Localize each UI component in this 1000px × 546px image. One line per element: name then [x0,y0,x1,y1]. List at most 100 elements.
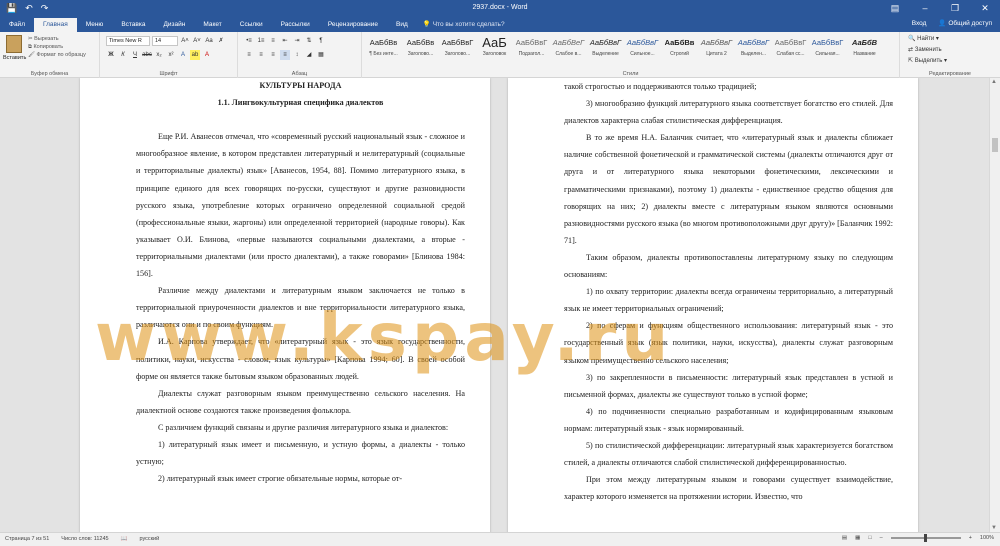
tab-review[interactable]: Рецензирование [319,18,387,32]
tab-mailings[interactable]: Рассылки [272,18,319,32]
shading-icon[interactable]: ◢ [304,50,314,60]
tab-insert[interactable]: Вставка [112,18,154,32]
word-count[interactable]: Число слов: 11245 [61,536,108,542]
case-icon[interactable]: Aa [204,36,214,46]
style-item[interactable]: АаБбВвГ Подзагол... [513,35,550,65]
sign-in-link[interactable]: Вход [912,17,927,31]
ribbon-options-icon[interactable]: ▤ [880,0,910,17]
scroll-thumb[interactable] [992,138,998,152]
align-center-icon[interactable]: ≡ [256,50,266,60]
close-icon[interactable]: ✕ [970,0,1000,17]
redo-icon[interactable]: ↷ [41,3,49,14]
bullets-icon[interactable]: •≡ [244,36,254,46]
find-button[interactable]: 🔍 Найти ▾ [908,34,947,45]
tab-layout[interactable]: Макет [194,18,230,32]
clear-format-icon[interactable]: ✗ [216,36,226,46]
align-left-icon[interactable]: ≡ [244,50,254,60]
increase-indent-icon[interactable]: ⇥ [292,36,302,46]
tab-home[interactable]: Главная [33,18,77,32]
strikethrough-icon[interactable]: abc [142,50,152,60]
paragraph: 2) литературный язык имеет строгие обяза… [158,474,403,484]
share-button[interactable]: 👤 Общий доступ [938,17,992,31]
zoom-in-icon[interactable]: + [969,535,972,541]
document-area[interactable]: КУЛЬТУРЫ НАРОДА 1.1. Лингвокультурная сп… [0,78,989,532]
numbering-icon[interactable]: 1≡ [256,36,266,46]
justify-icon[interactable]: ≡ [280,50,290,60]
style-item[interactable]: АаБбВ Название [846,35,883,65]
style-item[interactable]: АаБбВв ¶ Без инте... [365,35,402,65]
page-right-text[interactable]: такой строгостью и поддерживаются только… [564,78,893,505]
tab-references[interactable]: Ссылки [231,18,272,32]
replace-button[interactable]: ⇄ Заменить [908,45,947,56]
style-item[interactable]: АаБбВвГ Сильная... [809,35,846,65]
vertical-scrollbar[interactable]: ▲ ▼ [989,78,1000,532]
superscript-icon[interactable]: x² [166,50,176,60]
tell-me-search[interactable]: 💡 Что вы хотите сделать? [423,18,505,32]
tab-file[interactable]: Файл [0,18,34,32]
read-mode-icon[interactable]: ▤ [842,535,847,541]
select-button[interactable]: ⇱ Выделить ▾ [908,56,947,67]
font-name-select[interactable]: Times New R [106,36,150,46]
web-layout-icon[interactable]: □ [868,535,871,541]
style-name: Выделен... [740,51,767,57]
styles-gallery: АаБбВв ¶ Без инте... АаБбВв Заголово... Аа… [365,35,883,65]
style-item[interactable]: АаБбВвГ Заголово... [439,35,476,65]
style-item[interactable]: АаБбВв Заголово... [402,35,439,65]
paragraph: 2) по сферам и функциям общественного ис… [564,321,893,365]
scroll-down-icon[interactable]: ▼ [991,525,997,531]
subscript-icon[interactable]: x₂ [154,50,164,60]
style-name: Цитата 2 [706,51,727,57]
grow-font-icon[interactable]: A˄ [180,36,190,46]
page-left-text[interactable]: КУЛЬТУРЫ НАРОДА 1.1. Лингвокультурная сп… [136,78,465,487]
tab-menu[interactable]: Меню [77,18,113,32]
style-item[interactable]: АаБбВвГ Сильное... [624,35,661,65]
decrease-indent-icon[interactable]: ⇤ [280,36,290,46]
zoom-out-icon[interactable]: – [880,535,883,541]
style-item[interactable]: АаБбВвГ Выделен... [735,35,772,65]
cut-button[interactable]: ✂ Вырезать [28,35,86,43]
style-item[interactable]: АаБбВвГ Цитата 2 [698,35,735,65]
copy-button[interactable]: ⧉ Копировать [28,43,86,51]
language-indicator[interactable]: русский [139,536,159,542]
format-painter-button[interactable]: 🖌 Формат по образцу [28,51,86,59]
align-right-icon[interactable]: ≡ [268,50,278,60]
underline-icon[interactable]: Ч [130,50,140,60]
style-item[interactable]: АаБбВвГ Слабая сс... [772,35,809,65]
page-right[interactable]: такой строгостью и поддерживаются только… [508,78,918,532]
undo-icon[interactable]: ↶ [25,3,33,14]
line-spacing-icon[interactable]: ↕ [292,50,302,60]
zoom-slider-knob[interactable] [923,534,927,542]
italic-icon[interactable]: К [118,50,128,60]
borders-icon[interactable]: ▦ [316,50,326,60]
minimize-icon[interactable]: – [910,0,940,17]
restore-icon[interactable]: ❐ [940,0,970,17]
text-effects-icon[interactable]: A [178,50,188,60]
font-size-select[interactable]: 14 [152,36,178,46]
style-name: Слабое в... [555,51,582,57]
paragraph: такой строгостью и поддерживаются только… [564,82,757,91]
page-indicator[interactable]: Страница 7 из 51 [5,536,49,542]
highlight-icon[interactable]: ab [190,50,200,60]
bold-icon[interactable]: Ж [106,50,116,60]
font-color-icon[interactable]: A [202,50,212,60]
paragraph: Таким образом, диалекты противопоставлен… [564,252,893,280]
shrink-font-icon[interactable]: A˅ [192,36,202,46]
sort-icon[interactable]: ⇅ [304,36,314,46]
style-item[interactable]: АаБбВеГ Слабое в... [550,35,587,65]
style-sample: АаБбВвГ [737,38,770,47]
style-item[interactable]: АаБбВв Строгий [661,35,698,65]
page-left[interactable]: КУЛЬТУРЫ НАРОДА 1.1. Лингвокультурная сп… [80,78,490,532]
zoom-slider[interactable] [890,534,961,542]
zoom-level[interactable]: 100% [980,535,994,541]
multilevel-list-icon[interactable]: ≡ [268,36,278,46]
tab-design[interactable]: Дизайн [154,18,194,32]
tab-view[interactable]: Вид [387,18,417,32]
show-marks-icon[interactable]: ¶ [316,36,326,46]
scroll-up-icon[interactable]: ▲ [991,79,997,85]
style-item[interactable]: АаБ Заголовок [476,35,513,65]
print-layout-icon[interactable]: ▦ [855,535,860,541]
save-icon[interactable]: 💾 [6,3,17,14]
proofing-icon[interactable]: 📖 [121,536,128,542]
paste-button[interactable]: Вставить [3,35,26,61]
style-item[interactable]: АаБбВвГ Выделение [587,35,624,65]
